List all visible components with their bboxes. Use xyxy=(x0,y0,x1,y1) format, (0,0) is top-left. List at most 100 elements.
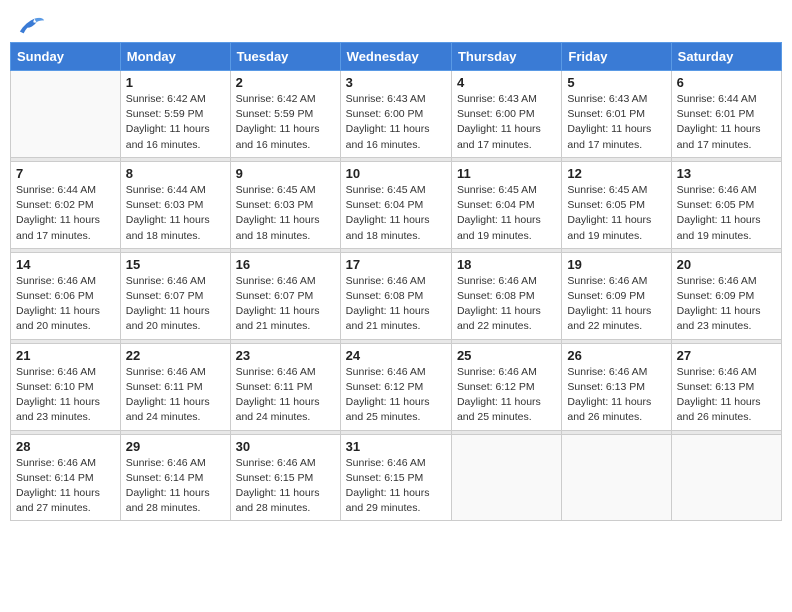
calendar-day-cell: 16Sunrise: 6:46 AMSunset: 6:07 PMDayligh… xyxy=(230,252,340,339)
day-number: 31 xyxy=(346,439,446,454)
calendar-day-cell: 27Sunrise: 6:46 AMSunset: 6:13 PMDayligh… xyxy=(671,343,781,430)
calendar-week-row: 1Sunrise: 6:42 AMSunset: 5:59 PMDaylight… xyxy=(11,71,782,158)
calendar-day-cell: 2Sunrise: 6:42 AMSunset: 5:59 PMDaylight… xyxy=(230,71,340,158)
daylight-text: Daylight: 11 hours xyxy=(16,395,115,410)
day-info: Sunrise: 6:46 AMSunset: 6:11 PMDaylight:… xyxy=(236,365,335,426)
daylight-text-cont: and 27 minutes. xyxy=(16,501,115,516)
calendar-week-row: 7Sunrise: 6:44 AMSunset: 6:02 PMDaylight… xyxy=(11,161,782,248)
sunset-text: Sunset: 6:14 PM xyxy=(16,471,115,486)
day-number: 25 xyxy=(457,348,556,363)
sunrise-text: Sunrise: 6:43 AM xyxy=(457,92,556,107)
day-info: Sunrise: 6:46 AMSunset: 6:05 PMDaylight:… xyxy=(677,183,776,244)
sunrise-text: Sunrise: 6:46 AM xyxy=(126,456,225,471)
day-number: 17 xyxy=(346,257,446,272)
daylight-text-cont: and 18 minutes. xyxy=(346,229,446,244)
sunrise-text: Sunrise: 6:46 AM xyxy=(457,274,556,289)
daylight-text: Daylight: 11 hours xyxy=(126,213,225,228)
day-number: 4 xyxy=(457,75,556,90)
sunrise-text: Sunrise: 6:42 AM xyxy=(126,92,225,107)
daylight-text: Daylight: 11 hours xyxy=(346,122,446,137)
daylight-text-cont: and 19 minutes. xyxy=(567,229,665,244)
sunset-text: Sunset: 6:04 PM xyxy=(346,198,446,213)
daylight-text: Daylight: 11 hours xyxy=(567,304,665,319)
daylight-text: Daylight: 11 hours xyxy=(16,304,115,319)
day-number: 20 xyxy=(677,257,776,272)
day-number: 3 xyxy=(346,75,446,90)
sunset-text: Sunset: 6:11 PM xyxy=(236,380,335,395)
daylight-text: Daylight: 11 hours xyxy=(16,486,115,501)
calendar-day-cell: 29Sunrise: 6:46 AMSunset: 6:14 PMDayligh… xyxy=(120,434,230,521)
daylight-text: Daylight: 11 hours xyxy=(236,486,335,501)
daylight-text-cont: and 24 minutes. xyxy=(236,410,335,425)
day-number: 24 xyxy=(346,348,446,363)
calendar-header-row: SundayMondayTuesdayWednesdayThursdayFrid… xyxy=(11,43,782,71)
day-info: Sunrise: 6:44 AMSunset: 6:01 PMDaylight:… xyxy=(677,92,776,153)
sunrise-text: Sunrise: 6:46 AM xyxy=(16,274,115,289)
daylight-text-cont: and 19 minutes. xyxy=(677,229,776,244)
day-number: 12 xyxy=(567,166,665,181)
day-number: 5 xyxy=(567,75,665,90)
daylight-text-cont: and 24 minutes. xyxy=(126,410,225,425)
calendar-day-cell xyxy=(11,71,121,158)
day-number: 21 xyxy=(16,348,115,363)
daylight-text-cont: and 25 minutes. xyxy=(346,410,446,425)
day-info: Sunrise: 6:43 AMSunset: 6:00 PMDaylight:… xyxy=(346,92,446,153)
sunset-text: Sunset: 6:01 PM xyxy=(567,107,665,122)
day-info: Sunrise: 6:42 AMSunset: 5:59 PMDaylight:… xyxy=(236,92,335,153)
daylight-text: Daylight: 11 hours xyxy=(457,395,556,410)
day-info: Sunrise: 6:46 AMSunset: 6:13 PMDaylight:… xyxy=(677,365,776,426)
daylight-text: Daylight: 11 hours xyxy=(236,395,335,410)
sunset-text: Sunset: 6:14 PM xyxy=(126,471,225,486)
sunrise-text: Sunrise: 6:45 AM xyxy=(567,183,665,198)
sunset-text: Sunset: 5:59 PM xyxy=(236,107,335,122)
calendar-day-cell: 26Sunrise: 6:46 AMSunset: 6:13 PMDayligh… xyxy=(562,343,671,430)
sunrise-text: Sunrise: 6:43 AM xyxy=(567,92,665,107)
calendar-day-cell: 23Sunrise: 6:46 AMSunset: 6:11 PMDayligh… xyxy=(230,343,340,430)
daylight-text-cont: and 18 minutes. xyxy=(126,229,225,244)
sunrise-text: Sunrise: 6:46 AM xyxy=(236,456,335,471)
sunset-text: Sunset: 6:12 PM xyxy=(346,380,446,395)
weekday-header: Sunday xyxy=(11,43,121,71)
daylight-text: Daylight: 11 hours xyxy=(236,213,335,228)
day-number: 9 xyxy=(236,166,335,181)
calendar-day-cell: 6 Sunrise: 6:44 AMSunset: 6:01 PMDaylight… xyxy=(671,71,781,158)
sunrise-text: Sunrise: 6:46 AM xyxy=(16,365,115,380)
day-info: Sunrise: 6:46 AMSunset: 6:13 PMDaylight:… xyxy=(567,365,665,426)
sunrise-text: Sunrise: 6:46 AM xyxy=(236,365,335,380)
daylight-text: Daylight: 11 hours xyxy=(126,486,225,501)
daylight-text: Daylight: 11 hours xyxy=(457,122,556,137)
calendar-day-cell xyxy=(451,434,561,521)
daylight-text-cont: and 20 minutes. xyxy=(126,319,225,334)
calendar-week-row: 14Sunrise: 6:46 AMSunset: 6:06 PMDayligh… xyxy=(11,252,782,339)
day-info: Sunrise: 6:46 AMSunset: 6:07 PMDaylight:… xyxy=(236,274,335,335)
calendar-day-cell: 25 Sunrise: 6:46 AMSunset: 6:12 PMDayligh… xyxy=(451,343,561,430)
sunset-text: Sunset: 6:12 PM xyxy=(457,380,556,395)
daylight-text: Daylight: 11 hours xyxy=(126,122,225,137)
calendar-day-cell: 1Sunrise: 6:42 AMSunset: 5:59 PMDaylight… xyxy=(120,71,230,158)
weekday-header: Wednesday xyxy=(340,43,451,71)
daylight-text-cont: and 21 minutes. xyxy=(236,319,335,334)
sunrise-text: Sunrise: 6:46 AM xyxy=(457,365,556,380)
day-number: 10 xyxy=(346,166,446,181)
calendar-day-cell: 19Sunrise: 6:46 AMSunset: 6:09 PMDayligh… xyxy=(562,252,671,339)
sunset-text: Sunset: 6:00 PM xyxy=(457,107,556,122)
daylight-text: Daylight: 11 hours xyxy=(677,304,776,319)
daylight-text: Daylight: 11 hours xyxy=(16,213,115,228)
calendar-day-cell: 24Sunrise: 6:46 AMSunset: 6:12 PMDayligh… xyxy=(340,343,451,430)
calendar-day-cell xyxy=(562,434,671,521)
day-number: 6 xyxy=(677,75,776,90)
day-info: Sunrise: 6:43 AMSunset: 6:01 PMDaylight:… xyxy=(567,92,665,153)
daylight-text-cont: and 26 minutes. xyxy=(677,410,776,425)
calendar-day-cell: 28Sunrise: 6:46 AMSunset: 6:14 PMDayligh… xyxy=(11,434,121,521)
daylight-text: Daylight: 11 hours xyxy=(346,304,446,319)
day-info: Sunrise: 6:46 AMSunset: 6:12 PMDaylight:… xyxy=(457,365,556,426)
sunset-text: Sunset: 6:15 PM xyxy=(346,471,446,486)
daylight-text: Daylight: 11 hours xyxy=(567,213,665,228)
daylight-text-cont: and 17 minutes. xyxy=(16,229,115,244)
day-info: Sunrise: 6:43 AMSunset: 6:00 PMDaylight:… xyxy=(457,92,556,153)
daylight-text-cont: and 16 minutes. xyxy=(346,138,446,153)
daylight-text: Daylight: 11 hours xyxy=(236,122,335,137)
day-info: Sunrise: 6:46 AMSunset: 6:08 PMDaylight:… xyxy=(457,274,556,335)
day-info: Sunrise: 6:46 AMSunset: 6:15 PMDaylight:… xyxy=(236,456,335,517)
calendar-day-cell: 5 Sunrise: 6:43 AMSunset: 6:01 PMDaylight… xyxy=(562,71,671,158)
